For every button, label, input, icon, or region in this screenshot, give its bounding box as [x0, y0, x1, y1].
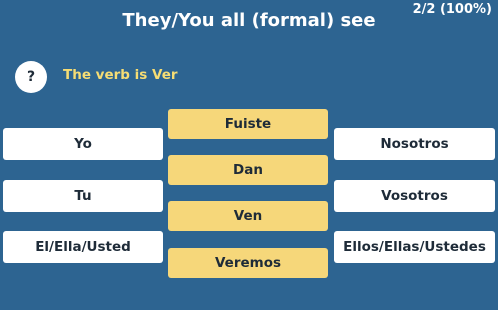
pronoun-slot-ellos-ellas-ustedes[interactable]: Ellos/Ellas/Ustedes	[334, 231, 495, 263]
option-fuiste[interactable]: Fuiste	[168, 109, 328, 139]
hint-button[interactable]: ?	[15, 61, 47, 93]
option-dan[interactable]: Dan	[168, 155, 328, 185]
pronoun-slot-nosotros[interactable]: Nosotros	[334, 128, 495, 160]
pronoun-slot-yo[interactable]: Yo	[3, 128, 163, 160]
pronoun-slot-vosotros[interactable]: Vosotros	[334, 180, 495, 212]
question-mark-icon: ?	[26, 69, 36, 85]
option-ven[interactable]: Ven	[168, 201, 328, 231]
pronoun-slot-tu[interactable]: Tu	[3, 180, 163, 212]
progress-counter: 2/2 (100%)	[412, 2, 492, 17]
pronoun-slot-el-ella-usted[interactable]: El/Ella/Usted	[3, 231, 163, 263]
hint-text: The verb is Ver	[63, 67, 178, 83]
option-veremos[interactable]: Veremos	[168, 248, 328, 278]
